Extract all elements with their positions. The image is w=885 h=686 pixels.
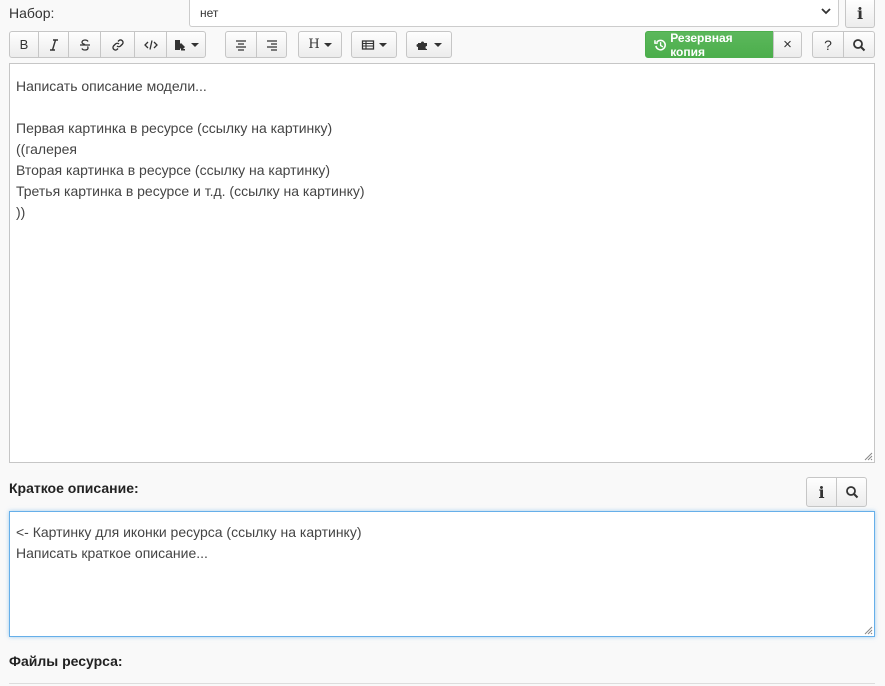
table-toolbar-group	[351, 31, 397, 58]
code-icon	[143, 39, 158, 50]
set-select-value: нет	[200, 6, 219, 20]
editor-line: Первая картинка в ресурсе (ссылку на кар…	[16, 120, 333, 136]
search-button[interactable]	[843, 31, 875, 58]
set-info-button[interactable]: i	[845, 0, 875, 28]
caret-down-icon	[434, 42, 442, 47]
caret-down-icon	[191, 42, 199, 47]
table-dropdown-button[interactable]	[351, 31, 397, 58]
editor-line: Третья картинка в ресурсе и т.д. (ссылку…	[16, 183, 365, 199]
divider	[9, 683, 875, 684]
search-icon	[853, 38, 866, 51]
align-center-button[interactable]	[225, 31, 257, 58]
bold-button[interactable]: B	[9, 31, 39, 58]
backup-button[interactable]: Резервная копия	[645, 30, 774, 59]
short-description-editor[interactable]: <- Картинку для иконки ресурса (ссылку н…	[9, 511, 875, 637]
format-toolbar-group: B	[9, 31, 206, 58]
italic-button[interactable]	[38, 31, 69, 58]
caret-down-icon	[379, 42, 387, 47]
heading-dropdown-button[interactable]: H	[298, 31, 342, 58]
set-label: Набор:	[9, 5, 55, 21]
short-description-tools: i	[806, 477, 867, 507]
align-toolbar-group	[225, 31, 287, 58]
info-icon: i	[856, 4, 864, 23]
editor-line: Вторая картинка в ресурсе (ссылку на кар…	[16, 162, 331, 178]
close-icon: ×	[783, 36, 792, 53]
puzzle-icon	[416, 41, 427, 50]
question-icon: ?	[824, 36, 832, 53]
bold-icon: B	[19, 37, 29, 52]
set-select[interactable]: нет	[189, 0, 839, 27]
align-right-button[interactable]	[256, 31, 287, 58]
resize-grip-icon[interactable]	[863, 451, 873, 461]
link-icon	[111, 38, 124, 51]
heading-icon: H	[308, 37, 320, 52]
short-editor-line: Написать краткое описание...	[16, 545, 208, 561]
color-dropdown-button[interactable]	[166, 31, 206, 58]
code-button[interactable]	[134, 31, 167, 58]
paint-icon	[175, 39, 185, 50]
backup-label: Резервная копия	[670, 30, 733, 59]
align-center-icon	[236, 39, 246, 51]
plugin-toolbar-group	[406, 31, 452, 58]
info-icon: i	[818, 482, 825, 502]
editor-line: ))	[16, 204, 26, 220]
heading-toolbar-group: H	[298, 31, 342, 58]
resize-grip-icon[interactable]	[863, 625, 873, 635]
align-right-icon	[266, 39, 277, 51]
short-info-button[interactable]: i	[806, 477, 837, 507]
short-search-button[interactable]	[836, 477, 867, 507]
editor-line: Написать описание модели...	[16, 78, 207, 94]
strikethrough-button[interactable]	[68, 31, 101, 58]
description-editor[interactable]: Написать описание модели... Первая карти…	[9, 63, 875, 463]
short-description-label: Краткое описание:	[9, 480, 139, 496]
table-icon	[361, 39, 375, 50]
history-icon	[654, 39, 666, 51]
link-button[interactable]	[100, 31, 135, 58]
caret-down-icon	[323, 42, 332, 47]
plugin-dropdown-button[interactable]	[406, 31, 452, 58]
help-toolbar-group: ?	[812, 31, 875, 58]
help-button[interactable]: ?	[812, 31, 844, 58]
strikethrough-icon	[79, 38, 90, 51]
backup-toolbar-group: Резервная копия ×	[645, 30, 802, 59]
files-label: Файлы ресурса:	[9, 653, 123, 669]
search-icon	[845, 486, 858, 499]
editor-line: ((галерея	[16, 141, 78, 157]
close-backup-button[interactable]: ×	[773, 31, 802, 58]
italic-icon	[49, 38, 58, 51]
short-editor-line: <- Картинку для иконки ресурса (ссылку н…	[16, 524, 362, 540]
chevron-down-icon	[821, 8, 831, 15]
